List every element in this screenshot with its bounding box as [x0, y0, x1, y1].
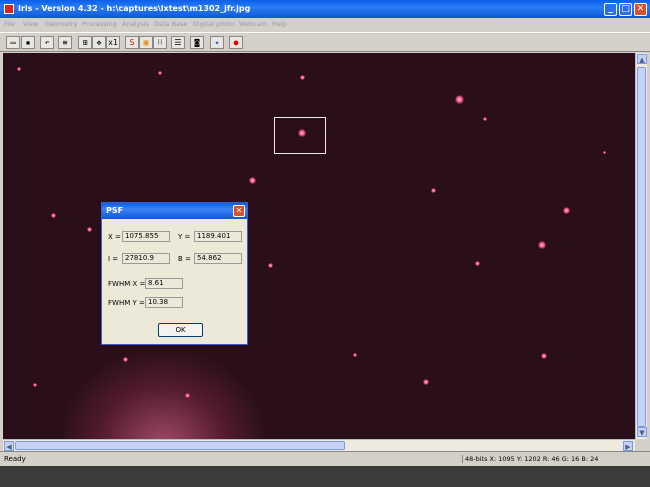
y-value-field[interactable]: 1189.401 [194, 231, 242, 242]
star [268, 263, 273, 268]
psf-dialog: PSF ✕ X = 1075.855 Y = 1189.401 I = 2781… [101, 202, 248, 345]
menu-digital-photo[interactable]: Digital photo [193, 20, 235, 28]
star [185, 393, 190, 398]
zoom-fit-icon[interactable]: ⊞ [78, 36, 92, 49]
fwhm-x-label: FWHM X = [108, 280, 146, 288]
target-icon[interactable]: ✦ [210, 36, 224, 49]
star [51, 213, 56, 218]
scroll-left-icon[interactable]: ◀ [4, 441, 14, 451]
horizontal-scrollbar[interactable]: ◀ ▶ [3, 439, 635, 451]
star [17, 67, 21, 71]
star [538, 241, 546, 249]
open-icon[interactable]: ▭ [6, 36, 20, 49]
scroll-up-icon[interactable]: ▲ [637, 54, 647, 64]
psf-dialog-title: PSF [106, 206, 124, 215]
star [87, 227, 92, 232]
move-icon[interactable]: ✥ [92, 36, 106, 49]
ok-button[interactable]: OK [158, 323, 203, 337]
settings-icon[interactable]: ≡ [58, 36, 72, 49]
list-icon[interactable]: ☰ [171, 36, 185, 49]
toolbar: ▭ ▪ ↶ ≡ ⊞ ✥ x1 S ▣ H ☰ ◙ ✦ ● [0, 32, 650, 52]
iris-app-icon [4, 4, 14, 14]
psf-dialog-title-bar[interactable]: PSF ✕ [102, 203, 247, 219]
status-bar: Ready 48-bits X: 1095 Y: 1202 R: 46 G: 1… [0, 451, 650, 466]
star [423, 379, 429, 385]
vertical-scrollbar[interactable]: ▲ ▼ [635, 53, 647, 439]
title-bar[interactable]: Iris - Version 4.32 - h:\captures\lxtest… [0, 0, 650, 18]
star [158, 71, 162, 75]
zoom-1x-icon[interactable]: x1 [106, 36, 120, 49]
menu-bar: File View Geometry Processing Analysis D… [0, 18, 650, 32]
maximize-button[interactable]: □ [619, 3, 632, 16]
taskbar [0, 466, 650, 487]
app-window: Iris - Version 4.32 - h:\captures\lxtest… [0, 0, 650, 466]
star [300, 75, 305, 80]
star [603, 151, 606, 154]
b-label: B = [178, 255, 191, 263]
star [455, 95, 464, 104]
star [541, 353, 547, 359]
menu-webcam[interactable]: Webcam [239, 20, 267, 28]
save-icon[interactable]: ▪ [21, 36, 35, 49]
x-label: X = [108, 233, 121, 241]
histogram-icon[interactable]: H [153, 36, 167, 49]
fwhm-x-field[interactable]: 8.61 [145, 278, 183, 289]
star [353, 353, 357, 357]
selection-rectangle[interactable] [274, 117, 326, 154]
scroll-right-icon[interactable]: ▶ [623, 441, 633, 451]
star [33, 383, 37, 387]
undo-icon[interactable]: ↶ [40, 36, 54, 49]
star [563, 207, 570, 214]
i-label: I = [108, 255, 119, 263]
horizontal-scroll-thumb[interactable] [15, 441, 345, 450]
star [483, 117, 487, 121]
menu-file[interactable]: File [4, 20, 15, 28]
image-canvas[interactable] [3, 53, 635, 439]
record-icon[interactable]: ● [229, 36, 243, 49]
camera-icon[interactable]: ◙ [190, 36, 204, 49]
scroll-down-icon[interactable]: ▼ [637, 427, 647, 437]
fwhm-y-field[interactable]: 10.38 [145, 297, 183, 308]
menu-database[interactable]: Data Base [154, 20, 187, 28]
menu-help[interactable]: Help [272, 20, 287, 28]
menu-geometry[interactable]: Geometry [45, 20, 77, 28]
y-label: Y = [178, 233, 191, 241]
menu-processing[interactable]: Processing [82, 20, 117, 28]
close-button[interactable]: ✕ [634, 3, 647, 16]
star [249, 177, 256, 184]
palette-icon[interactable]: ▣ [139, 36, 153, 49]
vertical-scroll-thumb[interactable] [637, 67, 646, 427]
scale-icon[interactable]: S [125, 36, 139, 49]
star [123, 357, 128, 362]
menu-analysis[interactable]: Analysis [122, 20, 149, 28]
star [431, 188, 436, 193]
menu-view[interactable]: View [23, 20, 38, 28]
pixel-info: 48-bits X: 1095 Y: 1202 R: 46 G: 16 B: 2… [462, 455, 598, 463]
star-cluster [63, 353, 263, 439]
status-ready: Ready [4, 455, 26, 463]
star [475, 261, 480, 266]
minimize-button[interactable]: _ [604, 3, 617, 16]
x-value-field[interactable]: 1075.855 [122, 231, 170, 242]
b-value-field[interactable]: 54.862 [194, 253, 242, 264]
dialog-close-icon[interactable]: ✕ [233, 205, 245, 217]
window-title: Iris - Version 4.32 - h:\captures\lxtest… [18, 4, 251, 13]
i-value-field[interactable]: 27810.9 [122, 253, 170, 264]
fwhm-y-label: FWHM Y = [108, 299, 145, 307]
